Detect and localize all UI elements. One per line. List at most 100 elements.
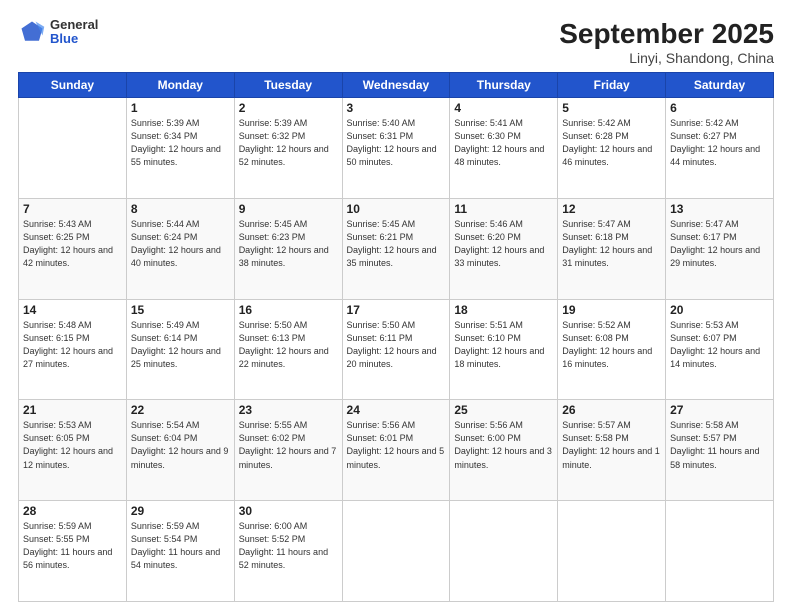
day-number: 22 [131, 403, 230, 417]
calendar-week-1: 7 Sunrise: 5:43 AMSunset: 6:25 PMDayligh… [19, 198, 774, 299]
day-number: 11 [454, 202, 553, 216]
calendar-cell: 28 Sunrise: 5:59 AMSunset: 5:55 PMDaylig… [19, 501, 127, 602]
calendar-cell [558, 501, 666, 602]
calendar-cell: 15 Sunrise: 5:49 AMSunset: 6:14 PMDaylig… [126, 299, 234, 400]
day-number: 27 [670, 403, 769, 417]
calendar-cell: 20 Sunrise: 5:53 AMSunset: 6:07 PMDaylig… [666, 299, 774, 400]
title-block: September 2025 Linyi, Shandong, China [559, 18, 774, 66]
calendar-cell: 2 Sunrise: 5:39 AMSunset: 6:32 PMDayligh… [234, 98, 342, 199]
day-number: 2 [239, 101, 338, 115]
day-info: Sunrise: 5:43 AMSunset: 6:25 PMDaylight:… [23, 218, 122, 270]
calendar-cell: 7 Sunrise: 5:43 AMSunset: 6:25 PMDayligh… [19, 198, 127, 299]
day-number: 19 [562, 303, 661, 317]
calendar-title: September 2025 [559, 18, 774, 50]
day-info: Sunrise: 5:46 AMSunset: 6:20 PMDaylight:… [454, 218, 553, 270]
calendar-week-4: 28 Sunrise: 5:59 AMSunset: 5:55 PMDaylig… [19, 501, 774, 602]
day-number: 3 [347, 101, 446, 115]
calendar-cell [19, 98, 127, 199]
calendar-cell: 17 Sunrise: 5:50 AMSunset: 6:11 PMDaylig… [342, 299, 450, 400]
calendar-cell [666, 501, 774, 602]
calendar-cell: 14 Sunrise: 5:48 AMSunset: 6:15 PMDaylig… [19, 299, 127, 400]
day-number: 17 [347, 303, 446, 317]
col-thursday: Thursday [450, 73, 558, 98]
day-number: 21 [23, 403, 122, 417]
calendar-cell: 3 Sunrise: 5:40 AMSunset: 6:31 PMDayligh… [342, 98, 450, 199]
col-monday: Monday [126, 73, 234, 98]
day-info: Sunrise: 5:47 AMSunset: 6:17 PMDaylight:… [670, 218, 769, 270]
calendar-cell: 19 Sunrise: 5:52 AMSunset: 6:08 PMDaylig… [558, 299, 666, 400]
day-number: 6 [670, 101, 769, 115]
page: General Blue September 2025 Linyi, Shand… [0, 0, 792, 612]
day-number: 24 [347, 403, 446, 417]
day-number: 25 [454, 403, 553, 417]
day-info: Sunrise: 5:54 AMSunset: 6:04 PMDaylight:… [131, 419, 230, 471]
logo-general: General [50, 18, 98, 32]
day-number: 23 [239, 403, 338, 417]
day-number: 28 [23, 504, 122, 518]
day-info: Sunrise: 5:56 AMSunset: 6:00 PMDaylight:… [454, 419, 553, 471]
day-info: Sunrise: 5:47 AMSunset: 6:18 PMDaylight:… [562, 218, 661, 270]
calendar-cell: 18 Sunrise: 5:51 AMSunset: 6:10 PMDaylig… [450, 299, 558, 400]
logo: General Blue [18, 18, 98, 47]
calendar-cell: 6 Sunrise: 5:42 AMSunset: 6:27 PMDayligh… [666, 98, 774, 199]
calendar-cell: 12 Sunrise: 5:47 AMSunset: 6:18 PMDaylig… [558, 198, 666, 299]
day-number: 8 [131, 202, 230, 216]
calendar-cell: 8 Sunrise: 5:44 AMSunset: 6:24 PMDayligh… [126, 198, 234, 299]
day-number: 15 [131, 303, 230, 317]
calendar-cell: 11 Sunrise: 5:46 AMSunset: 6:20 PMDaylig… [450, 198, 558, 299]
header-row: Sunday Monday Tuesday Wednesday Thursday… [19, 73, 774, 98]
col-saturday: Saturday [666, 73, 774, 98]
calendar-week-3: 21 Sunrise: 5:53 AMSunset: 6:05 PMDaylig… [19, 400, 774, 501]
day-info: Sunrise: 5:51 AMSunset: 6:10 PMDaylight:… [454, 319, 553, 371]
day-info: Sunrise: 5:55 AMSunset: 6:02 PMDaylight:… [239, 419, 338, 471]
day-number: 30 [239, 504, 338, 518]
day-number: 12 [562, 202, 661, 216]
calendar-cell: 4 Sunrise: 5:41 AMSunset: 6:30 PMDayligh… [450, 98, 558, 199]
day-info: Sunrise: 5:45 AMSunset: 6:23 PMDaylight:… [239, 218, 338, 270]
day-number: 18 [454, 303, 553, 317]
calendar-cell: 29 Sunrise: 5:59 AMSunset: 5:54 PMDaylig… [126, 501, 234, 602]
day-number: 9 [239, 202, 338, 216]
calendar-cell: 24 Sunrise: 5:56 AMSunset: 6:01 PMDaylig… [342, 400, 450, 501]
calendar-week-2: 14 Sunrise: 5:48 AMSunset: 6:15 PMDaylig… [19, 299, 774, 400]
day-number: 20 [670, 303, 769, 317]
calendar-cell: 9 Sunrise: 5:45 AMSunset: 6:23 PMDayligh… [234, 198, 342, 299]
logo-blue: Blue [50, 32, 98, 46]
day-info: Sunrise: 5:39 AMSunset: 6:34 PMDaylight:… [131, 117, 230, 169]
day-number: 1 [131, 101, 230, 115]
col-sunday: Sunday [19, 73, 127, 98]
calendar-cell: 1 Sunrise: 5:39 AMSunset: 6:34 PMDayligh… [126, 98, 234, 199]
day-info: Sunrise: 5:39 AMSunset: 6:32 PMDaylight:… [239, 117, 338, 169]
day-info: Sunrise: 5:53 AMSunset: 6:07 PMDaylight:… [670, 319, 769, 371]
col-tuesday: Tuesday [234, 73, 342, 98]
calendar-cell: 10 Sunrise: 5:45 AMSunset: 6:21 PMDaylig… [342, 198, 450, 299]
day-number: 13 [670, 202, 769, 216]
calendar-week-0: 1 Sunrise: 5:39 AMSunset: 6:34 PMDayligh… [19, 98, 774, 199]
day-info: Sunrise: 5:42 AMSunset: 6:27 PMDaylight:… [670, 117, 769, 169]
calendar-cell: 22 Sunrise: 5:54 AMSunset: 6:04 PMDaylig… [126, 400, 234, 501]
header: General Blue September 2025 Linyi, Shand… [18, 18, 774, 66]
day-info: Sunrise: 5:59 AMSunset: 5:55 PMDaylight:… [23, 520, 122, 572]
day-info: Sunrise: 5:53 AMSunset: 6:05 PMDaylight:… [23, 419, 122, 471]
day-info: Sunrise: 5:44 AMSunset: 6:24 PMDaylight:… [131, 218, 230, 270]
calendar-cell [450, 501, 558, 602]
day-info: Sunrise: 5:41 AMSunset: 6:30 PMDaylight:… [454, 117, 553, 169]
day-info: Sunrise: 5:56 AMSunset: 6:01 PMDaylight:… [347, 419, 446, 471]
calendar-cell: 21 Sunrise: 5:53 AMSunset: 6:05 PMDaylig… [19, 400, 127, 501]
day-info: Sunrise: 5:59 AMSunset: 5:54 PMDaylight:… [131, 520, 230, 572]
day-info: Sunrise: 6:00 AMSunset: 5:52 PMDaylight:… [239, 520, 338, 572]
day-number: 10 [347, 202, 446, 216]
calendar-cell: 26 Sunrise: 5:57 AMSunset: 5:58 PMDaylig… [558, 400, 666, 501]
day-number: 7 [23, 202, 122, 216]
day-number: 14 [23, 303, 122, 317]
day-info: Sunrise: 5:42 AMSunset: 6:28 PMDaylight:… [562, 117, 661, 169]
col-friday: Friday [558, 73, 666, 98]
day-number: 26 [562, 403, 661, 417]
calendar-cell: 25 Sunrise: 5:56 AMSunset: 6:00 PMDaylig… [450, 400, 558, 501]
calendar-cell: 16 Sunrise: 5:50 AMSunset: 6:13 PMDaylig… [234, 299, 342, 400]
logo-text: General Blue [50, 18, 98, 47]
day-info: Sunrise: 5:52 AMSunset: 6:08 PMDaylight:… [562, 319, 661, 371]
calendar-cell: 5 Sunrise: 5:42 AMSunset: 6:28 PMDayligh… [558, 98, 666, 199]
calendar-cell: 13 Sunrise: 5:47 AMSunset: 6:17 PMDaylig… [666, 198, 774, 299]
day-info: Sunrise: 5:50 AMSunset: 6:11 PMDaylight:… [347, 319, 446, 371]
